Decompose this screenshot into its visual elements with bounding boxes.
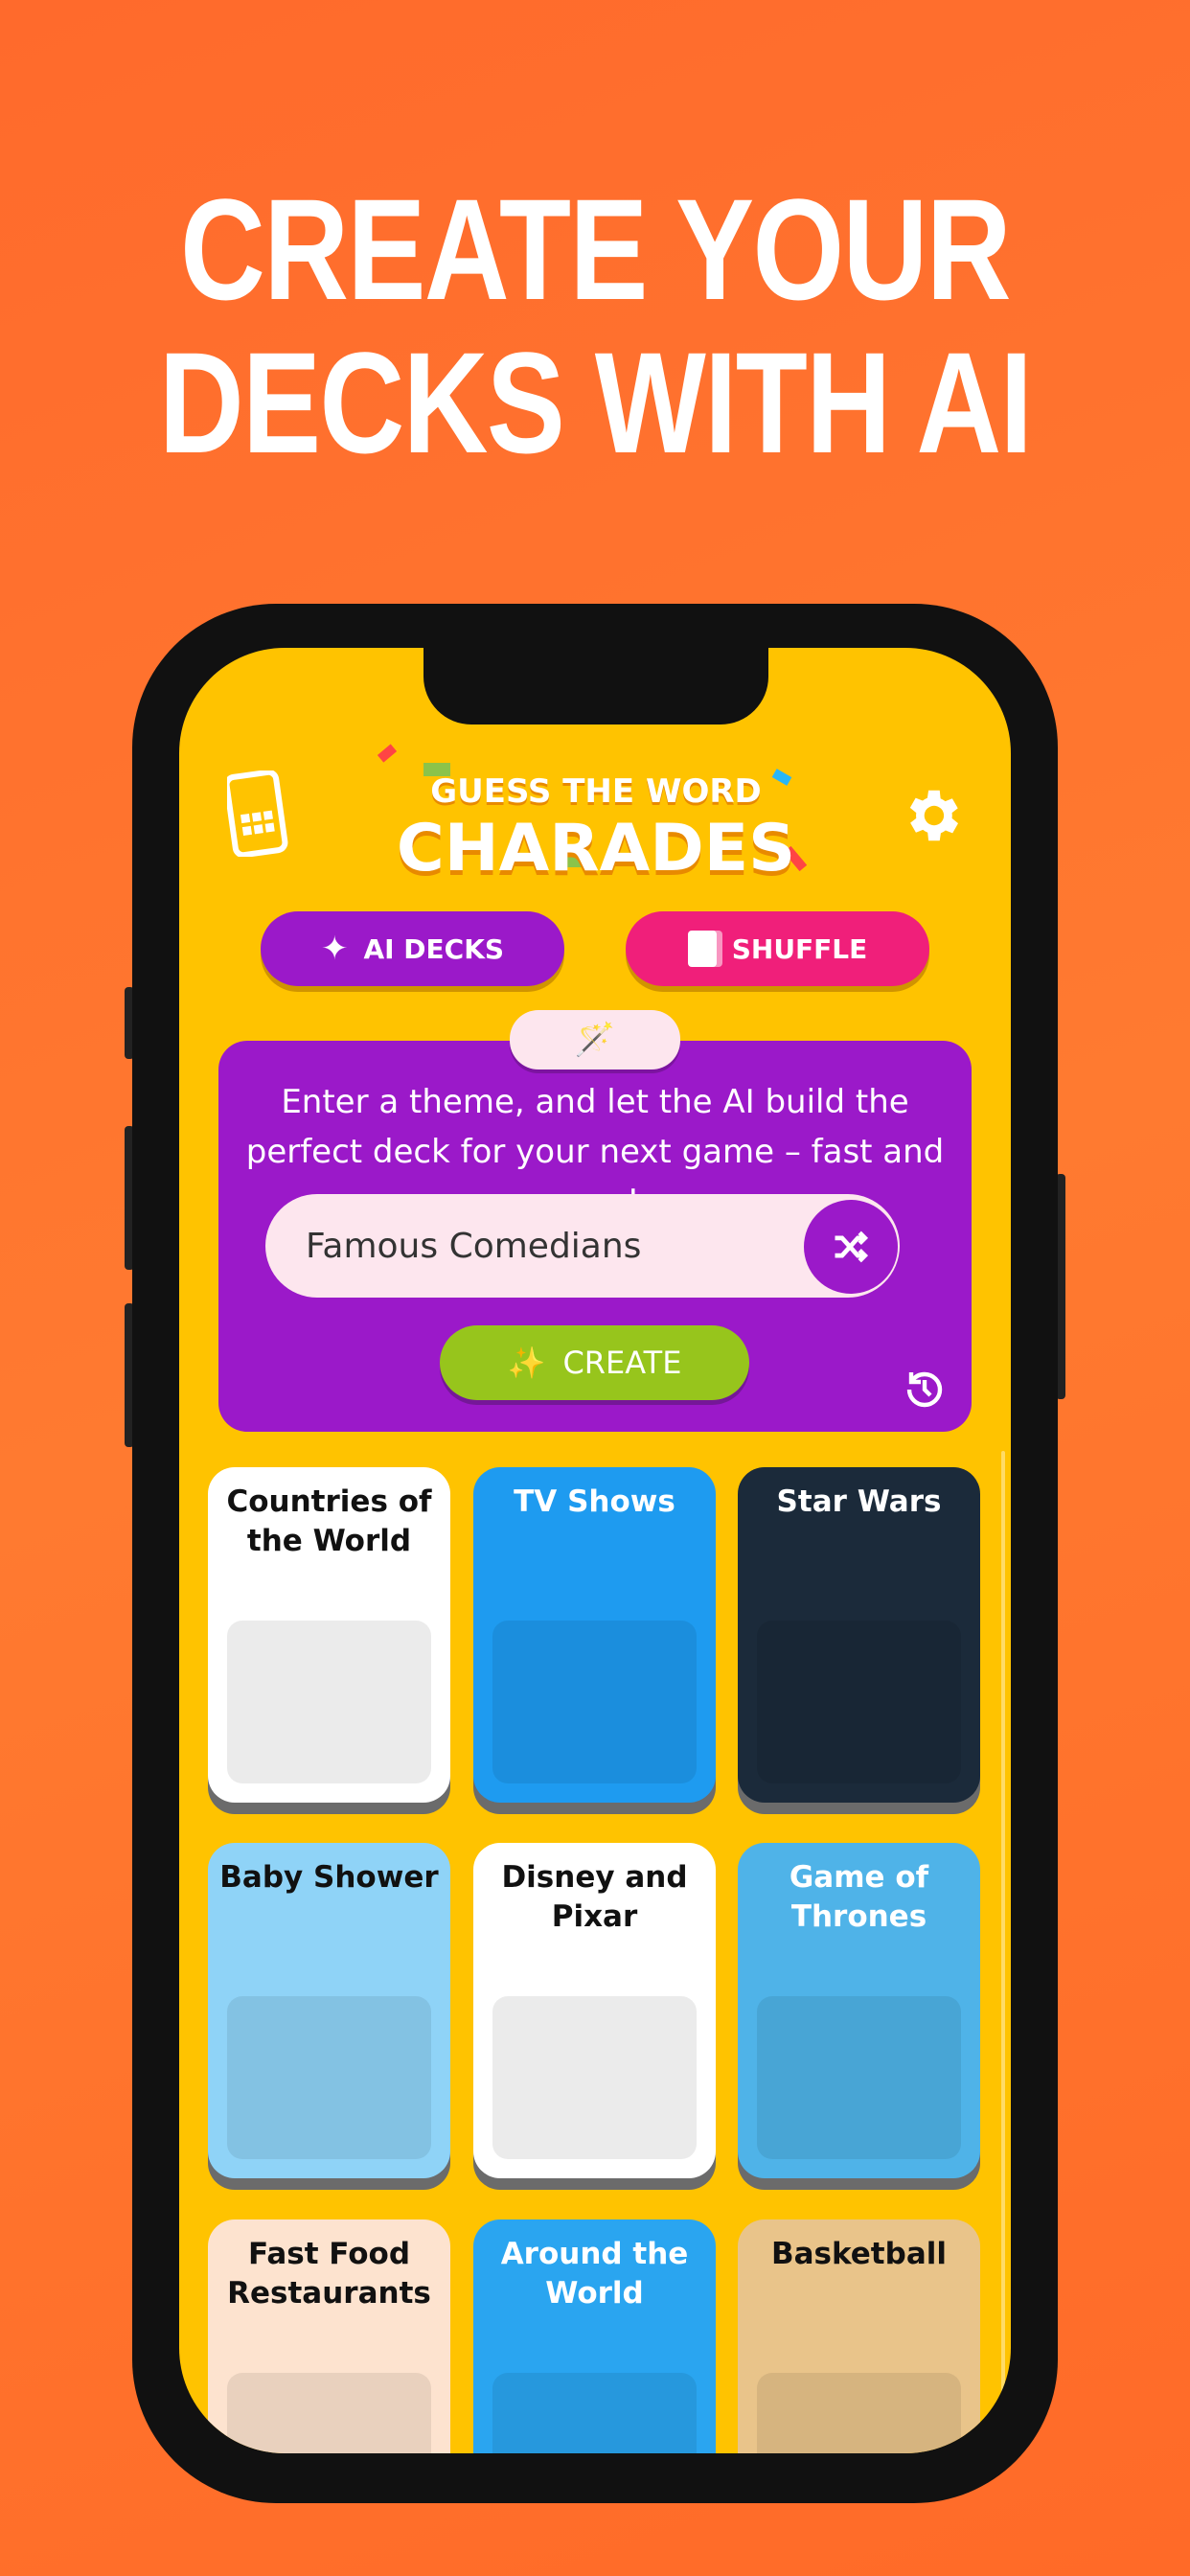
deck-title: Star Wars [776, 1484, 942, 1519]
random-theme-button[interactable] [804, 1200, 898, 1294]
deck-title: Game of Thrones [789, 1860, 929, 1934]
deck-illustration [492, 1996, 697, 2159]
deck-card[interactable]: Disney and Pixar [473, 1843, 716, 2178]
deck-card[interactable]: Game of Thrones [738, 1843, 980, 2178]
deck-illustration [757, 2373, 961, 2453]
magic-wand-icon: 🪄 [574, 1021, 616, 1059]
scrollbar[interactable] [1001, 1451, 1005, 2453]
magic-wand-tab: 🪄 [510, 1010, 680, 1070]
deck-card[interactable]: Fast Food Restaurants [208, 2220, 450, 2453]
deck-title: Countries of the World [226, 1484, 432, 1558]
deck-title: Disney and Pixar [501, 1860, 688, 1934]
deck-title: Fast Food Restaurants [227, 2237, 431, 2311]
deck-illustration [227, 1996, 431, 2159]
deck-card[interactable]: Around the World [473, 2220, 716, 2453]
shuffle-button[interactable]: SHUFFLE [626, 911, 929, 986]
headline-line-1: CREATE YOUR [180, 169, 1011, 330]
app-screen: GUESS THE WORD CHARADES ✦ AI DECKS SHUFF… [179, 648, 1011, 2453]
headline: CREATE YOUR DECKS WITH AI [107, 172, 1083, 479]
deck-title: Basketball [771, 2237, 947, 2271]
app-logo: GUESS THE WORD CHARADES [371, 748, 821, 911]
deck-card[interactable]: TV Shows [473, 1467, 716, 1803]
create-label: CREATE [562, 1345, 682, 1381]
shuffle-label: SHUFFLE [731, 932, 868, 965]
phone-grid-icon[interactable] [223, 769, 288, 861]
notch [423, 648, 768, 724]
deck-card[interactable]: Baby Shower [208, 1843, 450, 2178]
deck-illustration [492, 2373, 697, 2453]
logo-line-2: CHARADES [396, 811, 796, 886]
deck-illustration [227, 2373, 431, 2453]
deck-title: TV Shows [514, 1484, 675, 1519]
logo-line-1: GUESS THE WORD [430, 772, 762, 811]
headline-line-2: DECKS WITH AI [158, 322, 1033, 483]
deck-card[interactable]: Star Wars [738, 1467, 980, 1803]
cards-icon [687, 931, 717, 967]
deck-illustration [492, 1621, 697, 1783]
history-icon[interactable] [902, 1367, 948, 1416]
deck-card[interactable]: Basketball [738, 2220, 980, 2453]
ai-decks-button[interactable]: ✦ AI DECKS [261, 911, 564, 986]
theme-input-value: Famous Comedians [306, 1226, 642, 1266]
deck-illustration [757, 1621, 961, 1783]
deck-card[interactable]: Countries of the World [208, 1467, 450, 1803]
ai-decks-label: AI DECKS [363, 932, 505, 965]
deck-illustration [227, 1621, 431, 1783]
magic-wand-icon: ✨ [507, 1345, 546, 1381]
gear-icon[interactable] [898, 782, 965, 853]
deck-title: Around the World [500, 2237, 689, 2311]
deck-illustration [757, 1996, 961, 2159]
create-button[interactable]: ✨ CREATE [440, 1325, 749, 1400]
sparkles-icon: ✦ [320, 930, 349, 968]
shuffle-icon [835, 1230, 869, 1263]
deck-title: Baby Shower [219, 1860, 439, 1895]
